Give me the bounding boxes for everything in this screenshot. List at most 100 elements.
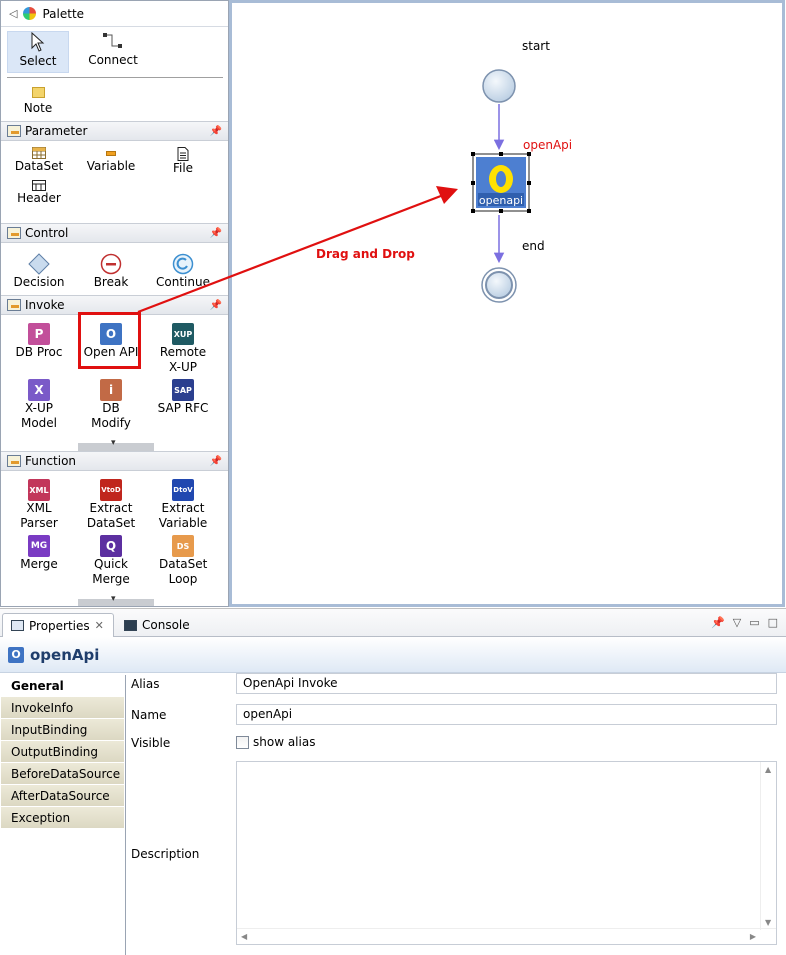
drawer-control-header[interactable]: Control 📌 bbox=[1, 223, 228, 243]
pin-icon[interactable]: 📌 bbox=[210, 228, 222, 239]
function-scroll-down[interactable] bbox=[78, 594, 154, 606]
pin-view-icon[interactable]: 📌 bbox=[711, 616, 725, 629]
palette-item-extract-variable[interactable]: DtoV Extract Variable bbox=[147, 475, 219, 531]
db-modify-icon: i bbox=[100, 379, 122, 401]
palette-item-label: File bbox=[172, 161, 194, 175]
palette-item-label: Continue bbox=[156, 275, 210, 289]
object-type-icon: O bbox=[8, 646, 24, 663]
checkbox-box[interactable] bbox=[236, 735, 249, 749]
palette-item-label: SAP RFC bbox=[157, 401, 209, 415]
palette-item-label: Extract Variable bbox=[158, 501, 208, 530]
drawer-parameter: Parameter 📌 DataSet Variable File Header bbox=[1, 121, 228, 206]
view-toolbar: 📌 ▽ ▭ □ bbox=[711, 616, 778, 629]
merge-icon: MG bbox=[28, 535, 50, 557]
section-tab-inputbinding[interactable]: InputBinding bbox=[1, 719, 124, 741]
drawer-function-header[interactable]: Function 📌 bbox=[1, 451, 228, 471]
section-tab-afterdatasource[interactable]: AfterDataSource bbox=[1, 785, 124, 807]
palette-item-label: Break bbox=[93, 275, 129, 289]
tab-properties[interactable]: Properties ✕ bbox=[2, 613, 114, 637]
tab-console[interactable]: Console bbox=[116, 613, 198, 637]
section-tab-exception[interactable]: Exception bbox=[1, 807, 124, 829]
drawer-parameter-header[interactable]: Parameter 📌 bbox=[1, 121, 228, 141]
vertical-scrollbar[interactable]: ▲ ▼ bbox=[760, 762, 776, 930]
palette-item-file[interactable]: File bbox=[147, 143, 219, 176]
palette-item-dataset-loop[interactable]: DS DataSet Loop bbox=[147, 531, 219, 587]
header-icon bbox=[32, 180, 46, 191]
palette-item-variable[interactable]: Variable bbox=[75, 143, 147, 176]
palette-item-label: Variable bbox=[86, 159, 136, 173]
invoke-scroll-down[interactable] bbox=[78, 438, 154, 451]
palette-item-merge[interactable]: MG Merge bbox=[3, 531, 75, 587]
select-tool[interactable]: Select bbox=[7, 31, 69, 73]
palette-tools: Select Connect bbox=[1, 27, 228, 73]
description-textarea[interactable]: ▲ ▼ ◀ ▶ bbox=[236, 761, 777, 945]
palette-item-label: Decision bbox=[13, 275, 65, 289]
console-icon bbox=[124, 619, 137, 631]
file-icon bbox=[177, 147, 189, 161]
pin-icon[interactable]: 📌 bbox=[210, 300, 222, 311]
view-menu-icon[interactable]: ▽ bbox=[733, 616, 741, 629]
end-label: end bbox=[522, 239, 545, 253]
section-tab-general[interactable]: General bbox=[1, 675, 124, 697]
start-node[interactable] bbox=[482, 69, 516, 103]
palette-item-label: Quick Merge bbox=[92, 557, 130, 586]
palette-item-db-modify[interactable]: i DB Modify bbox=[75, 375, 147, 431]
remote-xup-icon: XUP bbox=[172, 323, 194, 345]
maximize-icon[interactable]: □ bbox=[768, 616, 778, 629]
drawer-title: Invoke bbox=[25, 298, 65, 312]
drawer-control: Control 📌 Decision Break Continue bbox=[1, 223, 228, 290]
palette-item-extract-dataset[interactable]: VtoD Extract DataSet bbox=[75, 475, 147, 531]
drag-drop-annotation: Drag and Drop bbox=[316, 247, 415, 261]
section-tab-outputbinding[interactable]: OutputBinding bbox=[1, 741, 124, 763]
palette-item-sap-rfc[interactable]: SAP SAP RFC bbox=[147, 375, 219, 431]
tab-properties-label: Properties bbox=[29, 618, 90, 633]
palette-item-xup-model[interactable]: X X-UP Model bbox=[3, 375, 75, 431]
palette-item-xml-parser[interactable]: XML XML Parser bbox=[3, 475, 75, 531]
palette-item-remote-xup[interactable]: XUP Remote X-UP bbox=[147, 319, 219, 375]
name-field[interactable]: openApi bbox=[236, 704, 777, 725]
connect-tool[interactable]: Connect bbox=[73, 31, 153, 73]
xml-parser-icon: XML bbox=[28, 479, 50, 501]
note-tool[interactable]: Note bbox=[7, 83, 69, 116]
palette-panel: ◁ Palette Select Connect Note Parameter … bbox=[0, 0, 229, 607]
palette-item-label: Extract DataSet bbox=[86, 501, 136, 530]
connect-tool-label: Connect bbox=[88, 53, 138, 67]
palette-item-continue[interactable]: Continue bbox=[147, 249, 219, 290]
palette-item-decision[interactable]: Decision bbox=[3, 249, 75, 290]
palette-item-header[interactable]: Header bbox=[3, 176, 75, 206]
drawer-title: Function bbox=[25, 454, 77, 468]
palette-item-dataset[interactable]: DataSet bbox=[3, 143, 75, 176]
pin-icon[interactable]: 📌 bbox=[210, 126, 222, 137]
connection-icon bbox=[103, 33, 122, 48]
palette-icon bbox=[23, 7, 37, 20]
openapi-node[interactable]: openapi bbox=[471, 152, 531, 213]
diagram-canvas[interactable]: start openApi openapi end Drag and Drop bbox=[229, 0, 785, 607]
show-alias-checkbox[interactable]: show alias bbox=[236, 735, 315, 749]
properties-section-list: General InvokeInfo InputBinding OutputBi… bbox=[0, 675, 126, 955]
horizontal-scrollbar[interactable]: ◀ ▶ bbox=[237, 928, 776, 944]
xup-model-icon: X bbox=[28, 379, 50, 401]
open-api-highlight-box bbox=[78, 312, 141, 369]
extract-dataset-icon: VtoD bbox=[100, 479, 122, 501]
palette-item-label: Merge bbox=[20, 557, 58, 571]
palette-item-label: DataSet Loop bbox=[159, 557, 208, 586]
palette-item-db-proc[interactable]: P DB Proc bbox=[3, 319, 75, 375]
section-tab-beforedatasource[interactable]: BeforeDataSource bbox=[1, 763, 124, 785]
palette-item-quick-merge[interactable]: Q Quick Merge bbox=[75, 531, 147, 587]
close-icon[interactable]: ✕ bbox=[95, 619, 104, 632]
palette-item-break[interactable]: Break bbox=[75, 249, 147, 290]
collapse-arrow-icon[interactable]: ◁ bbox=[9, 7, 17, 20]
palette-item-label: Remote X-UP bbox=[159, 345, 207, 374]
palette-separator bbox=[7, 77, 223, 78]
section-tab-invokeinfo[interactable]: InvokeInfo bbox=[1, 697, 124, 719]
palette-item-label: X-UP Model bbox=[20, 401, 58, 430]
alias-field[interactable]: OpenApi Invoke bbox=[236, 673, 777, 694]
drawer-function: Function 📌 XML XML Parser VtoD Extract D… bbox=[1, 451, 228, 606]
drawer-icon bbox=[7, 299, 21, 311]
minimize-icon[interactable]: ▭ bbox=[749, 616, 759, 629]
arrow-cursor-icon bbox=[31, 32, 45, 52]
drawer-title: Parameter bbox=[25, 124, 88, 138]
select-tool-label: Select bbox=[19, 54, 57, 68]
start-label: start bbox=[522, 39, 550, 53]
pin-icon[interactable]: 📌 bbox=[210, 456, 222, 467]
